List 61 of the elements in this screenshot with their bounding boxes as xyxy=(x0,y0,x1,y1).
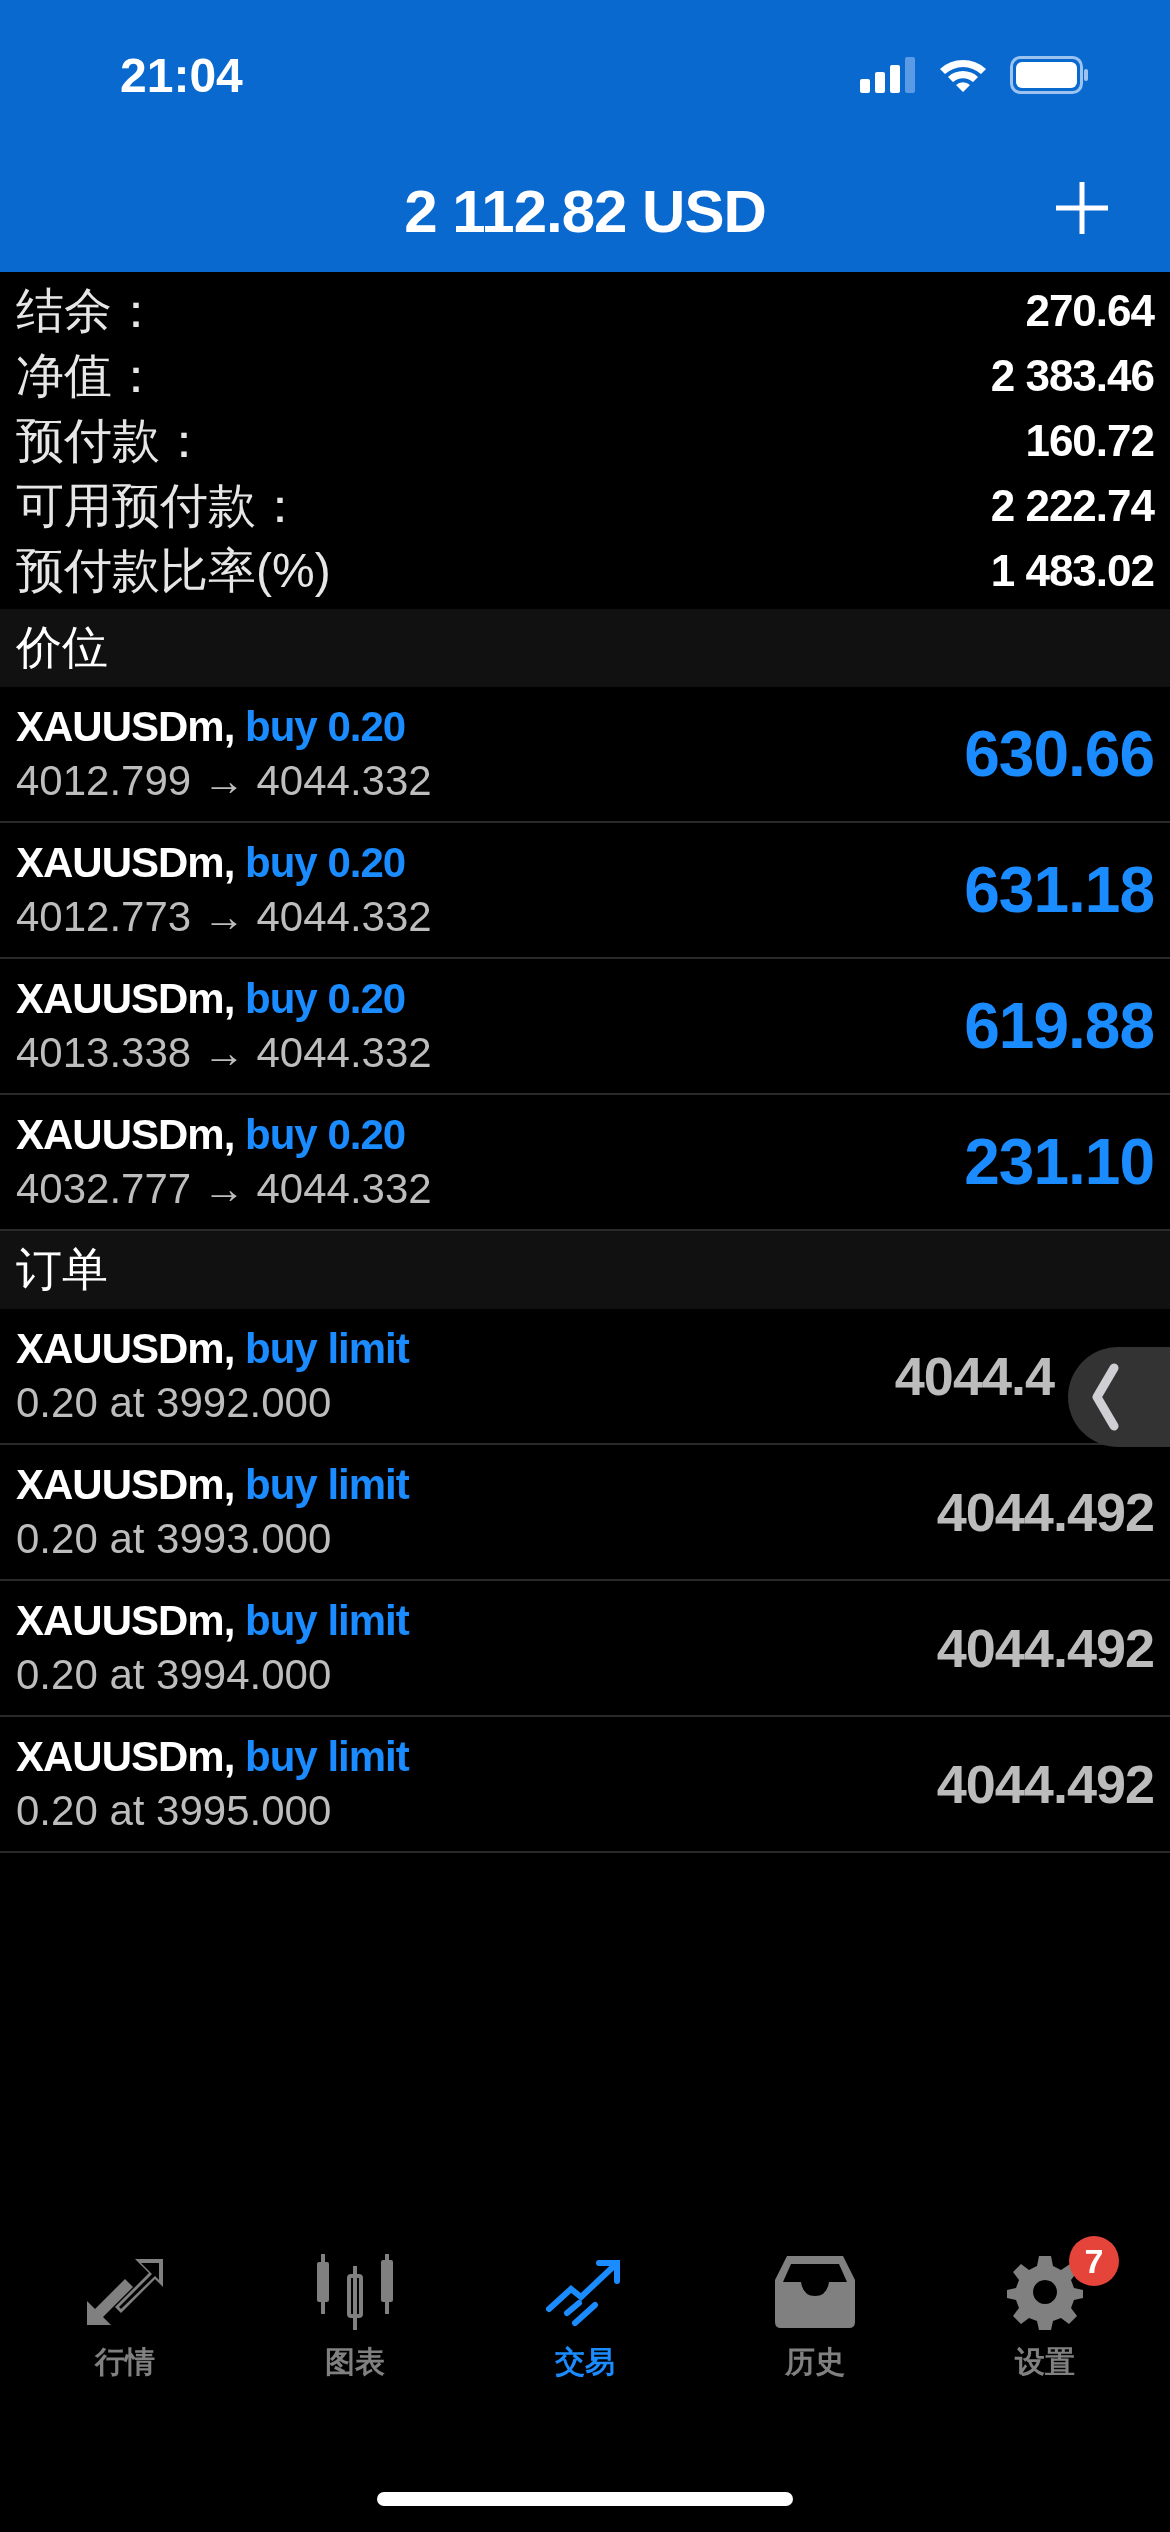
diagonal-arrows-icon xyxy=(85,2257,165,2327)
trade-action: buy 0.20 xyxy=(245,839,406,886)
price-change: 4012.773 → 4044.332 xyxy=(16,893,432,941)
trade-action: buy 0.20 xyxy=(245,703,406,750)
trade-action: buy limit xyxy=(245,1325,409,1372)
tab-item[interactable]: 行情 xyxy=(25,2228,225,2402)
settings-icon xyxy=(1007,2254,1083,2330)
tab-item[interactable]: 历史 xyxy=(715,2228,915,2402)
profit-value: 630.66 xyxy=(964,717,1154,791)
summary-value: 160.72 xyxy=(1025,415,1154,466)
signal-icon xyxy=(860,57,916,93)
order-detail: 0.20 at 3993.000 xyxy=(16,1515,333,1563)
order-detail: 0.20 at 3992.000 xyxy=(16,1379,333,1427)
summary-value: 2 222.74 xyxy=(990,480,1154,531)
add-button[interactable] xyxy=(1054,180,1110,236)
tab-item[interactable]: 7 设置 xyxy=(945,2228,1145,2402)
current-price: 4044.492 xyxy=(936,1481,1154,1543)
current-price: 4044.492 xyxy=(936,1617,1154,1679)
notification-badge: 7 xyxy=(1069,2236,1119,2286)
current-price: 4044.492 xyxy=(936,1753,1154,1815)
inbox-tray-icon xyxy=(775,2256,855,2328)
summary-label: 预付款： xyxy=(16,412,208,469)
summary-label: 可用预付款： xyxy=(16,477,304,534)
symbol-label: XAUUSDm, xyxy=(16,1111,235,1158)
tab-item[interactable]: 交易 xyxy=(485,2228,685,2402)
symbol-label: XAUUSDm, xyxy=(16,975,235,1022)
symbol-label: XAUUSDm, xyxy=(16,1733,235,1780)
summary-label: 结余： xyxy=(16,282,160,339)
summary-value: 1 483.02 xyxy=(990,545,1154,596)
symbol-label: XAUUSDm, xyxy=(16,703,235,750)
status-time: 21:04 xyxy=(120,47,243,103)
profit-value: 631.18 xyxy=(964,853,1154,927)
symbol-label: XAUUSDm, xyxy=(16,1325,235,1372)
symbol-label: XAUUSDm, xyxy=(16,1597,235,1644)
price-change: 4013.338 → 4044.332 xyxy=(16,1029,432,1077)
summary-value: 2 383.46 xyxy=(990,350,1154,401)
battery-icon xyxy=(1010,56,1090,94)
tab-item[interactable]: 图表 xyxy=(255,2228,455,2402)
trade-action: buy limit xyxy=(245,1597,409,1644)
section-title: 价位 xyxy=(16,620,108,675)
symbol-label: XAUUSDm, xyxy=(16,839,235,886)
price-change: 4032.777 → 4044.332 xyxy=(16,1165,432,1213)
summary-value: 270.64 xyxy=(1025,285,1154,336)
trade-action: buy limit xyxy=(245,1733,409,1780)
price-change: 4012.799 → 4044.332 xyxy=(16,757,432,805)
current-price: 4044.4 xyxy=(894,1345,1054,1407)
profit-value: 619.88 xyxy=(964,989,1154,1063)
symbol-label: XAUUSDm, xyxy=(16,1461,235,1508)
trade-action: buy limit xyxy=(245,1461,409,1508)
trade-action: buy 0.20 xyxy=(245,975,406,1022)
side-panel-handle[interactable] xyxy=(1068,1347,1170,1447)
order-detail: 0.20 at 3995.000 xyxy=(16,1787,333,1835)
order-detail: 0.20 at 3994.000 xyxy=(16,1651,333,1699)
trade-action: buy 0.20 xyxy=(245,1111,406,1158)
candlestick-icon xyxy=(315,2254,395,2330)
section-title: 订单 xyxy=(16,1242,108,1297)
summary-label: 净值： xyxy=(16,347,160,404)
account-balance-title: 2 112.82 USD xyxy=(404,176,766,246)
profit-value: 231.10 xyxy=(964,1125,1154,1199)
wifi-icon xyxy=(938,57,988,93)
summary-label: 预付款比率(%) xyxy=(16,542,331,599)
